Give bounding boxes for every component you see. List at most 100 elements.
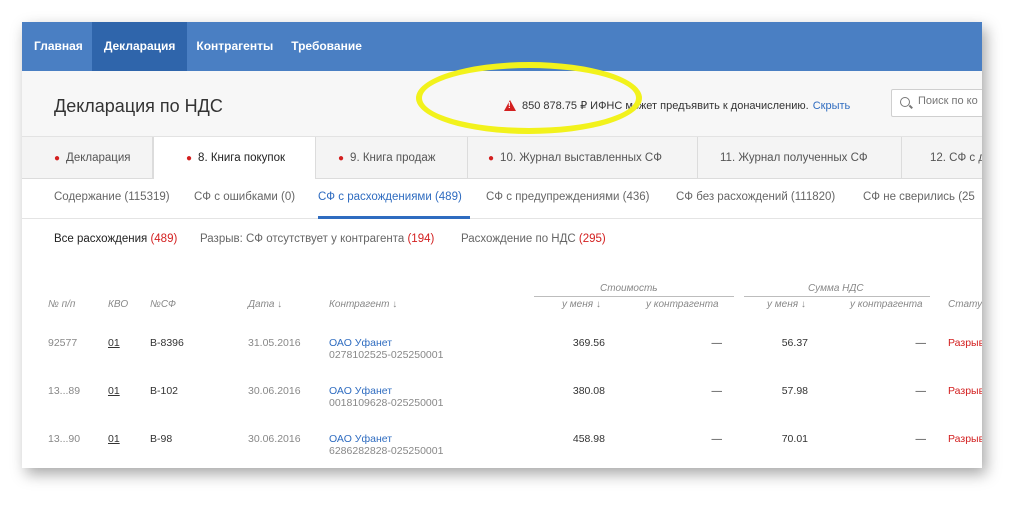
table-row[interactable]: 13...90 01 В-98 30.06.2016 ОАО Уфанет 62… xyxy=(22,430,982,468)
cell-cost-theirs: — xyxy=(711,337,723,349)
alert-text: 850 878.75 ₽ ИФНС может предъявить к дон… xyxy=(522,100,809,112)
subtab-not-matched[interactable]: СФ не сверились (25 xyxy=(863,191,975,203)
table-row[interactable]: 13...89 01 В-102 30.06.2016 ОАО Уфанет 0… xyxy=(22,382,982,430)
app-window: Главная Декларация Контрагенты Требовани… xyxy=(22,22,982,468)
counterparty-link[interactable]: ОАО Уфанет xyxy=(329,433,443,445)
cell-sf: В-8396 xyxy=(150,337,184,349)
tab-issued-journal[interactable]: ● 10. Журнал выставленных СФ xyxy=(468,137,698,179)
cell-counterparty: ОАО Уфанет 6286282828-025250001 xyxy=(329,433,443,457)
filter-label: Расхождение по НДС xyxy=(461,233,576,245)
counterparty-link[interactable]: ОАО Уфанет xyxy=(329,337,443,349)
status-badge: Разрыв xyxy=(948,337,982,349)
table-header: Стоимость Сумма НДС № п/п КВО №СФ Дата ↓… xyxy=(22,280,982,320)
col-header-kvo[interactable]: КВО xyxy=(108,299,128,310)
col-header-counterparty[interactable]: Контрагент ↓ xyxy=(329,299,397,310)
counterparty-link[interactable]: ОАО Уфанет xyxy=(329,385,443,397)
error-dot-icon: ● xyxy=(338,153,345,164)
tab-label: 8. Книга покупок xyxy=(198,152,286,164)
filter-gap[interactable]: Разрыв: СФ отсутствует у контрагента (19… xyxy=(200,233,434,245)
table-row[interactable]: 92577 01 В-8396 31.05.2016 ОАО Уфанет 02… xyxy=(22,334,982,382)
filter-label: Все расхождения xyxy=(54,233,148,245)
col-header-vat-theirs[interactable]: у контрагента xyxy=(850,299,923,310)
subtab-warnings[interactable]: СФ с предупреждениями (436) xyxy=(486,191,649,203)
group-divider xyxy=(744,296,930,297)
nav-item-counterparties[interactable]: Контрагенты xyxy=(187,22,282,71)
col-header-date[interactable]: Дата ↓ xyxy=(248,299,282,310)
active-tab-underline xyxy=(318,216,470,219)
counterparty-inn: 0018109628-025250001 xyxy=(329,397,444,409)
nav-item-requirement[interactable]: Требование xyxy=(282,22,371,71)
cell-kvo[interactable]: 01 xyxy=(108,337,120,349)
col-header-status[interactable]: Стату xyxy=(948,299,982,310)
cell-cost-mine: 369.56 xyxy=(572,337,605,349)
nav-item-declaration[interactable]: Декларация xyxy=(91,22,188,71)
nav-item-home[interactable]: Главная xyxy=(22,22,92,71)
tab-label: 9. Книга продаж xyxy=(350,152,436,164)
page-header: Декларация по НДС 850 878.75 ₽ ИФНС може… xyxy=(22,71,982,137)
cell-sf: В-102 xyxy=(150,385,179,397)
cell-num: 92577 xyxy=(48,337,78,349)
cell-counterparty: ОАО Уфанет 0018109628-025250001 xyxy=(329,385,443,409)
discrepancy-filters: Все расхождения (489) Разрыв: СФ отсутст… xyxy=(22,230,982,250)
cell-vat-theirs: — xyxy=(915,337,927,349)
group-header-cost: Стоимость xyxy=(600,283,658,294)
cell-num: 13...89 xyxy=(48,385,81,397)
tab-purchase-book[interactable]: ● 8. Книга покупок xyxy=(153,137,316,180)
tab-received-journal[interactable]: 11. Журнал полученных СФ xyxy=(698,137,902,179)
col-header-cost-theirs[interactable]: у контрагента xyxy=(646,299,719,310)
error-dot-icon: ● xyxy=(488,153,495,164)
cell-kvo[interactable]: 01 xyxy=(108,385,120,397)
cell-vat-theirs: — xyxy=(915,385,927,397)
report-tabs: ● Декларация ● 8. Книга покупок ● 9. Книга … xyxy=(22,137,982,180)
col-header-sf[interactable]: №СФ xyxy=(150,299,176,310)
group-divider xyxy=(534,296,734,297)
tab-sf-12[interactable]: 12. СФ с д xyxy=(902,137,982,179)
search-input[interactable] xyxy=(918,95,982,107)
cell-vat-theirs: — xyxy=(915,433,927,445)
tab-label: Декларация xyxy=(66,152,131,164)
filter-count: (295) xyxy=(578,233,606,245)
status-badge: Разрыв xyxy=(948,385,982,397)
col-header-num[interactable]: № п/п xyxy=(48,299,75,310)
search-box[interactable] xyxy=(891,89,982,117)
error-dot-icon: ● xyxy=(186,153,193,164)
counterparty-inn: 0278102525-025250001 xyxy=(329,349,444,361)
cell-num: 13...90 xyxy=(48,433,81,445)
tab-declaration[interactable]: ● Декларация xyxy=(22,137,153,179)
cell-vat-mine: 56.37 xyxy=(781,337,808,349)
filter-count: (489) xyxy=(150,233,178,245)
subtab-errors[interactable]: СФ с ошибками (0) xyxy=(194,191,295,203)
cell-kvo[interactable]: 01 xyxy=(108,433,120,445)
tab-label: 11. Журнал полученных СФ xyxy=(720,152,868,164)
cell-vat-mine: 70.01 xyxy=(781,433,808,445)
cell-date: 30.06.2016 xyxy=(248,433,301,445)
subtab-contents[interactable]: Содержание (115319) xyxy=(54,191,170,203)
filter-count: (194) xyxy=(407,233,435,245)
subtab-discrepancies[interactable]: СФ с расхождениями (489) xyxy=(318,191,462,203)
col-header-cost-mine[interactable]: у меня ↓ xyxy=(562,299,601,310)
tab-sales-book[interactable]: ● 9. Книга продаж xyxy=(316,137,468,179)
cell-counterparty: ОАО Уфанет 0278102525-025250001 xyxy=(329,337,443,361)
tab-label: 12. СФ с д xyxy=(930,152,982,164)
sub-tabs: Содержание (115319) СФ с ошибками (0) СФ… xyxy=(22,179,982,219)
top-nav: Главная Декларация Контрагенты Требовани… xyxy=(22,22,982,71)
cell-cost-mine: 458.98 xyxy=(572,433,605,445)
cell-cost-theirs: — xyxy=(711,385,723,397)
page-title: Декларация по НДС xyxy=(54,96,223,116)
hide-alert-link[interactable]: Скрыть xyxy=(813,100,851,112)
filter-all[interactable]: Все расхождения (489) xyxy=(54,233,177,245)
cell-cost-theirs: — xyxy=(711,433,723,445)
cell-sf: В-98 xyxy=(150,433,173,445)
status-badge: Разрыв xyxy=(948,433,982,445)
cell-vat-mine: 57.98 xyxy=(781,385,808,397)
tax-alert: 850 878.75 ₽ ИФНС может предъявить к дон… xyxy=(504,99,850,112)
col-header-vat-mine[interactable]: у меня ↓ xyxy=(767,299,806,310)
filter-vat-mismatch[interactable]: Расхождение по НДС (295) xyxy=(461,233,606,245)
subtab-no-discrepancies[interactable]: СФ без расхождений (111820) xyxy=(676,191,835,203)
cell-date: 30.06.2016 xyxy=(248,385,301,397)
filter-label: Разрыв: СФ отсутствует у контрагента xyxy=(200,233,405,245)
tab-label: 10. Журнал выставленных СФ xyxy=(500,152,662,164)
cell-cost-mine: 380.08 xyxy=(572,385,605,397)
cell-date: 31.05.2016 xyxy=(248,337,301,349)
search-icon xyxy=(900,97,910,107)
